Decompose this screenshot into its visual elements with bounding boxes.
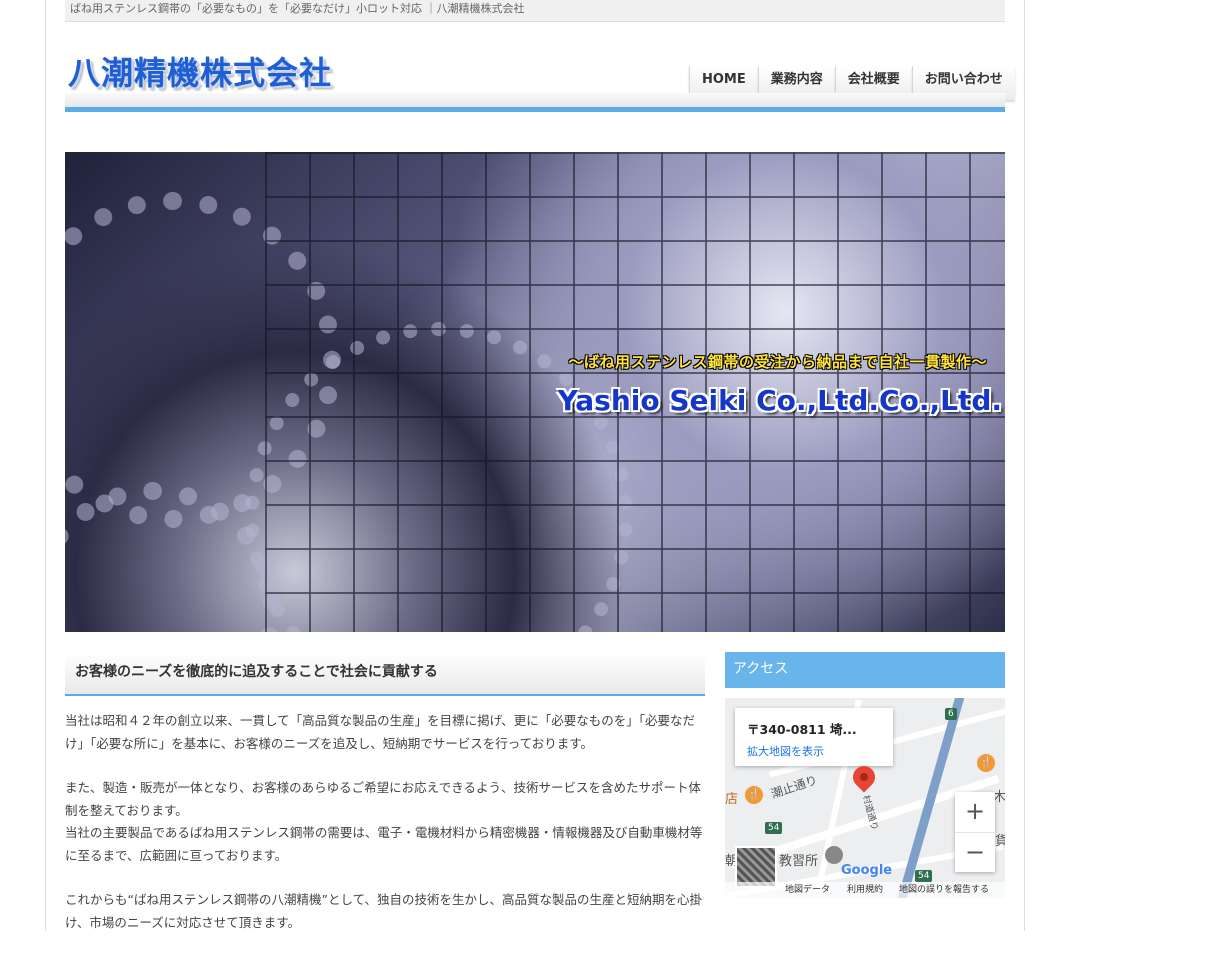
- school-pin-icon[interactable]: [825, 846, 843, 864]
- hero-company-name: Yashio Seiki Co.,Ltd.Co.,Ltd.: [557, 384, 1002, 417]
- restaurant-icon[interactable]: 🍴: [977, 754, 995, 772]
- restaurant-icon[interactable]: 🍴: [745, 786, 763, 804]
- map-address: 〒340-0811 埼...: [747, 722, 857, 737]
- map-info-card: 〒340-0811 埼... 拡大地図を表示: [735, 708, 893, 766]
- enlarge-map-link[interactable]: 拡大地図を表示: [747, 743, 824, 759]
- map-data-link[interactable]: 地図データ: [785, 882, 830, 898]
- report-error-link[interactable]: 地図の誤りを報告する: [899, 882, 989, 898]
- hero-tagline: ～ばね用ステンレス鋼帯の受注から納品まで自社一貫製作～: [568, 353, 987, 371]
- access-heading: アクセス: [725, 652, 1005, 688]
- page-container: ばね用ステンレス鋼帯の「必要なもの」を「必要なだけ」小ロット対応 ｜八潮精機株式…: [45, 0, 1025, 931]
- map-footer: 地図データ 利用規約 地図の誤りを報告する: [725, 882, 1005, 898]
- zoom-out-button[interactable]: −: [955, 833, 995, 873]
- section-title: お客様のニーズを徹底的に追及することで社会に貢献する: [65, 652, 705, 696]
- paragraph: 当社は昭和４２年の創立以来、一貫して「高品質な製品の生産」を目標に掲げ、更に「必…: [65, 713, 696, 751]
- location-pin-icon[interactable]: [848, 761, 880, 793]
- paragraph: これからも“ばね用ステンレス鋼帯の八潮精機”として、独自の技術を生かし、高品質な…: [65, 892, 702, 930]
- google-logo: Google: [841, 863, 893, 878]
- site-description-bar: ばね用ステンレス鋼帯の「必要なもの」を「必要なだけ」小ロット対応 ｜八潮精機株式…: [65, 0, 1005, 22]
- map-place-label: 教習所: [779, 854, 819, 869]
- intro-text: 当社は昭和４２年の創立以来、一貫して「高品質な製品の生産」を目標に掲げ、更に「必…: [65, 710, 705, 956]
- site-description: ばね用ステンレス鋼帯の「必要なもの」を「必要なだけ」小ロット対応 ｜八潮精機株式…: [70, 2, 525, 15]
- map-zoom-control: + −: [955, 792, 995, 872]
- route-54-badge: 54: [915, 870, 933, 882]
- paragraph: また、製造・販売が一体となり、お客様のあらゆるご希望にお応えできるよう、技術サー…: [65, 780, 702, 818]
- route-54-badge: 54: [765, 822, 783, 834]
- map-store-label: 店: [725, 792, 739, 807]
- paragraph: 当社の主要製品であるばね用ステンレス鋼帯の需要は、電子・電機材料から精密機器・情…: [65, 825, 703, 863]
- header-divider: [65, 93, 1005, 107]
- header-accent-line: [65, 107, 1005, 112]
- zoom-in-button[interactable]: +: [955, 792, 995, 833]
- terms-link[interactable]: 利用規約: [847, 882, 883, 898]
- hero-banner: ～ばね用ステンレス鋼帯の受注から納品まで自社一貫製作～ Yashio Seiki…: [65, 152, 1005, 632]
- route-6-badge: 6: [945, 708, 957, 720]
- google-map[interactable]: 〒340-0811 埼... 拡大地図を表示 潮止通り 村道通り 教習所 店 朝…: [725, 698, 1005, 898]
- site-logo[interactable]: 八潮精機株式会社: [68, 48, 332, 94]
- map-place-label: 貨: [995, 834, 1005, 849]
